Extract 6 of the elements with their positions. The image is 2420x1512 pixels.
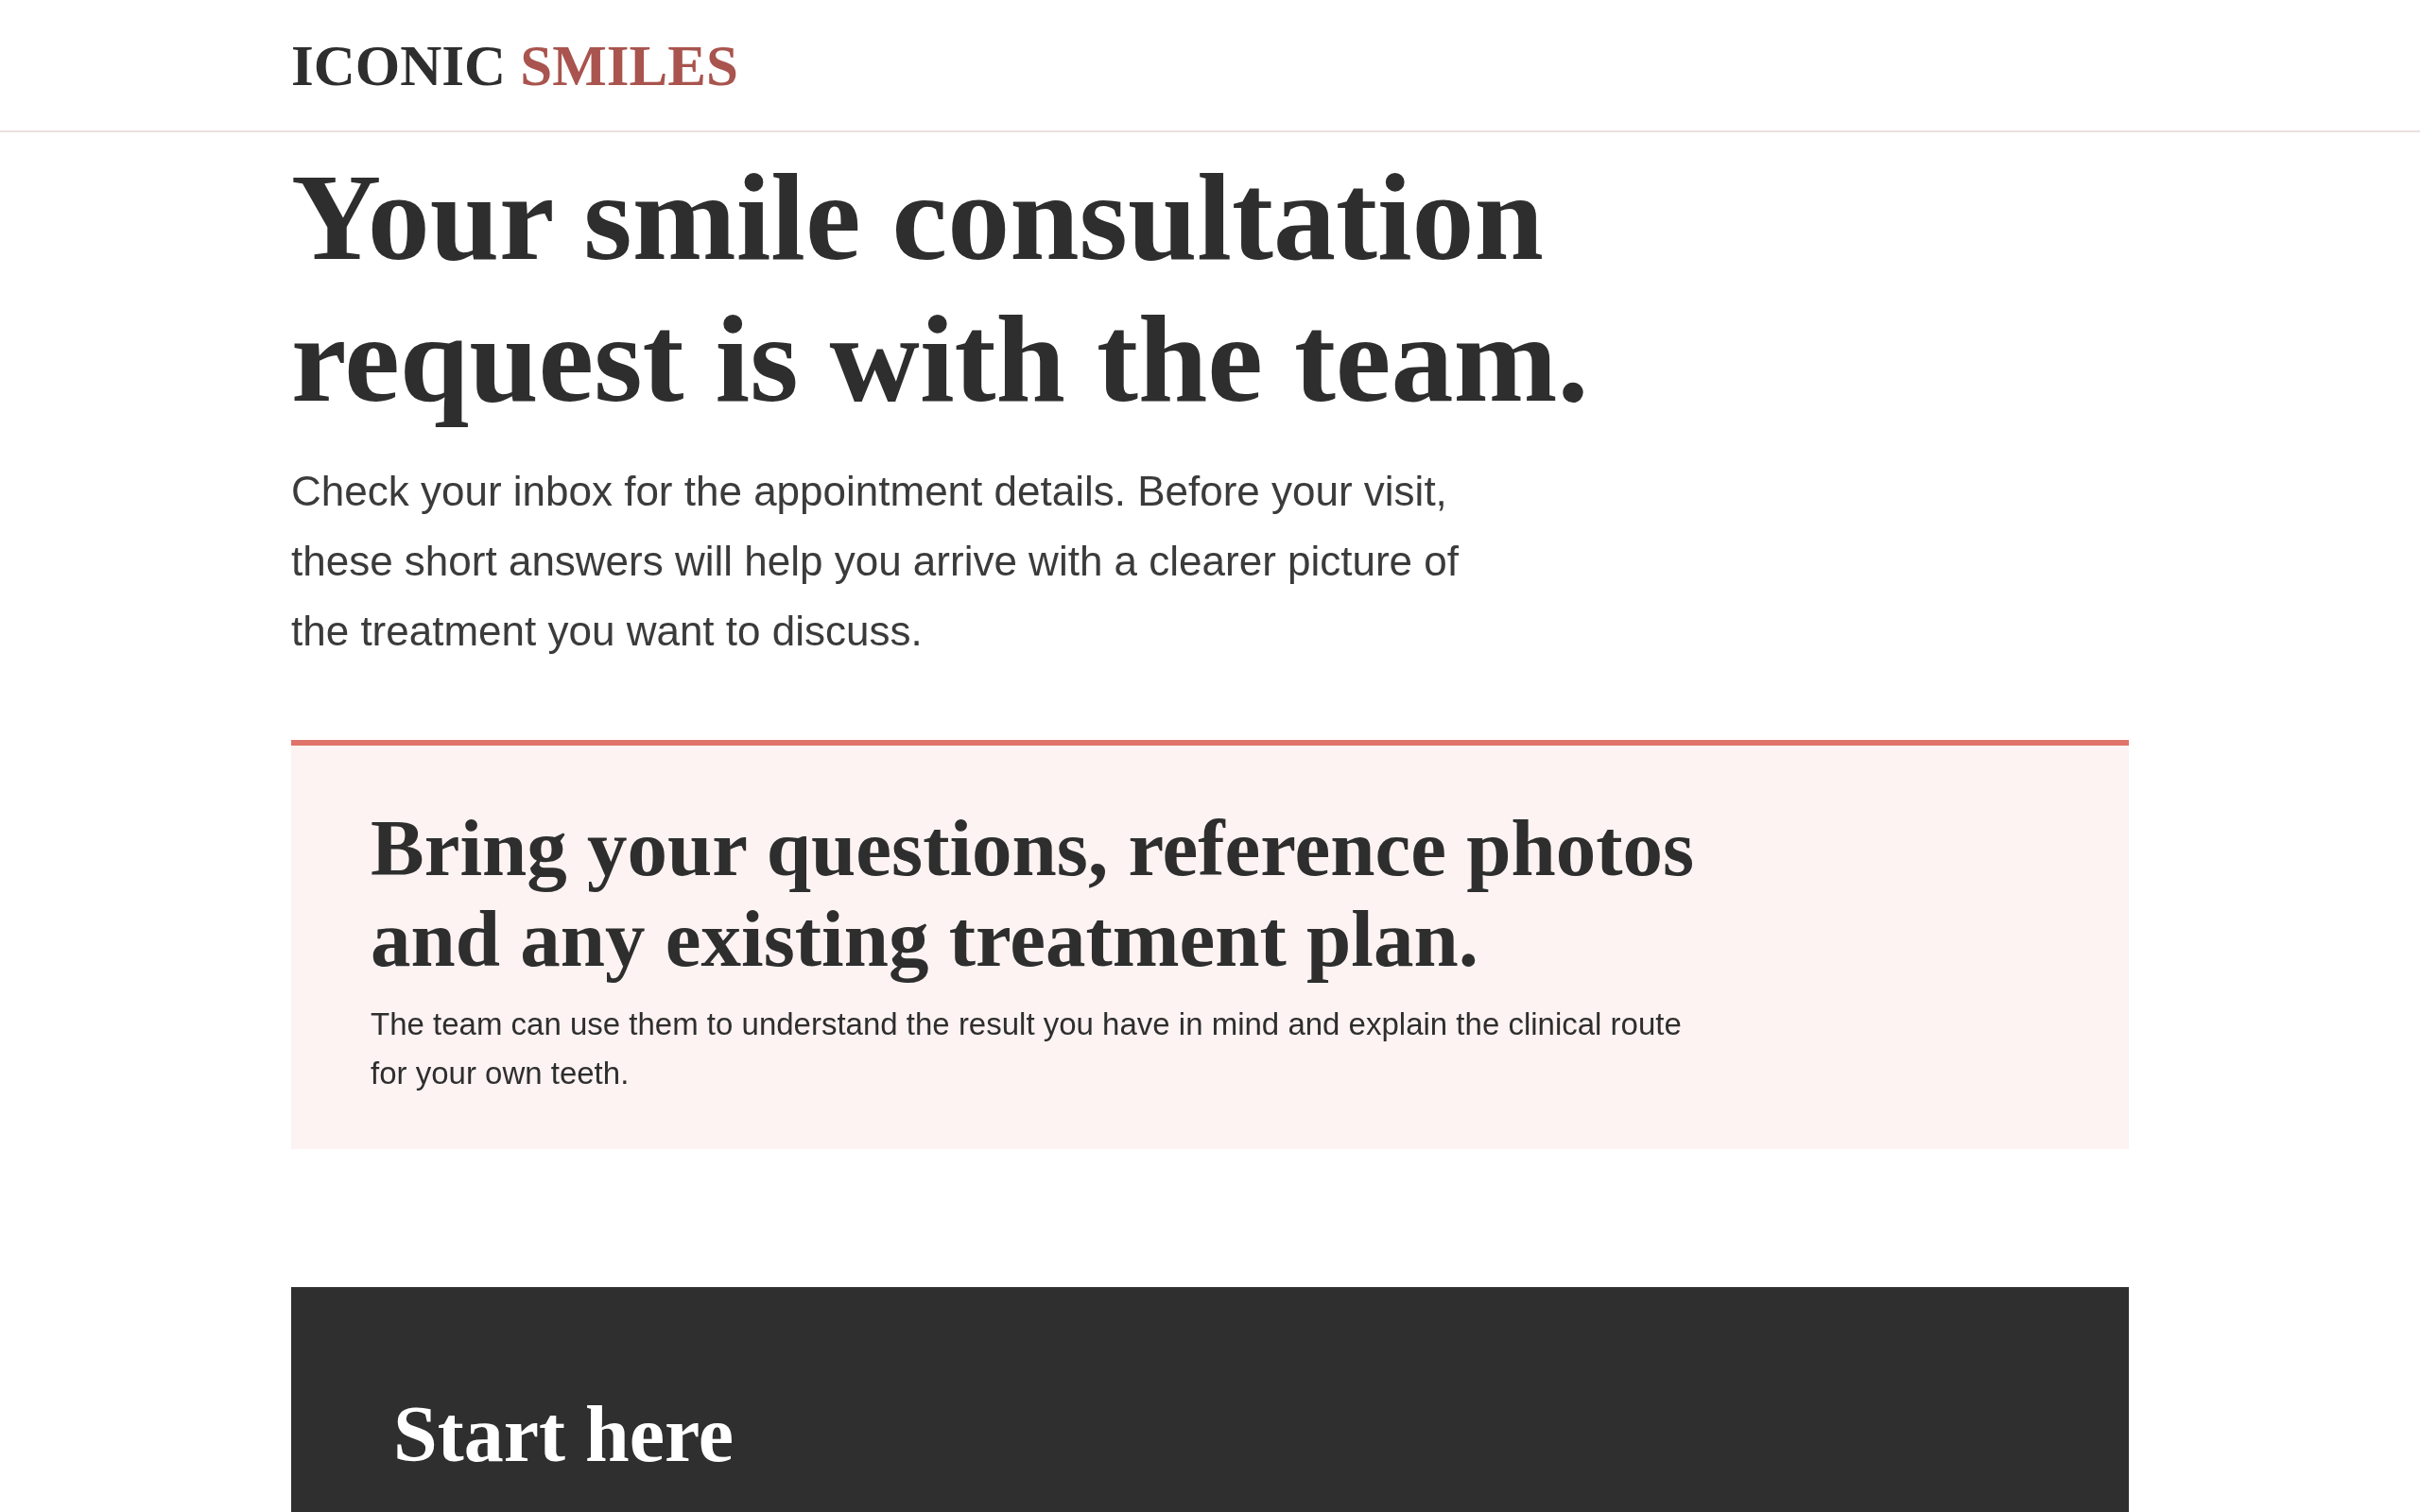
callout-heading: Bring your questions, reference photos and any existing treatment plan. (371, 802, 1696, 984)
section-heading: Start here (393, 1389, 734, 1480)
callout-text: The team can use them to understand the result you have in mind and explain the clinical route for your own teeth. (371, 1005, 1683, 1092)
page-heading: Your smile consultation request is with the team. (291, 146, 1590, 430)
site-logo: ICONIC SMILES (291, 36, 738, 94)
intro-text: Check your inbox for the appointment details. Before your visit, these short answers will help you arrive with a clearer picture of the treatment you want to discuss. (291, 467, 1460, 656)
